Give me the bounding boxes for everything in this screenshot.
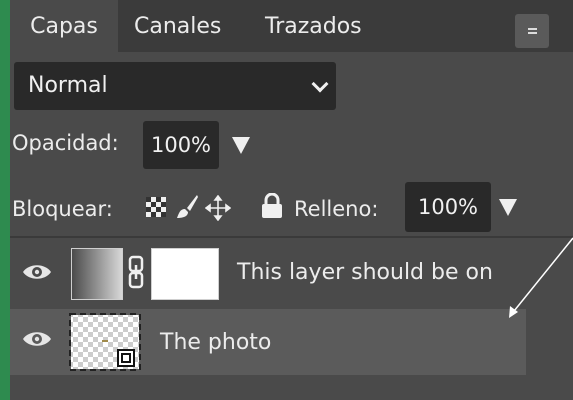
annotation-arrow xyxy=(509,237,573,318)
